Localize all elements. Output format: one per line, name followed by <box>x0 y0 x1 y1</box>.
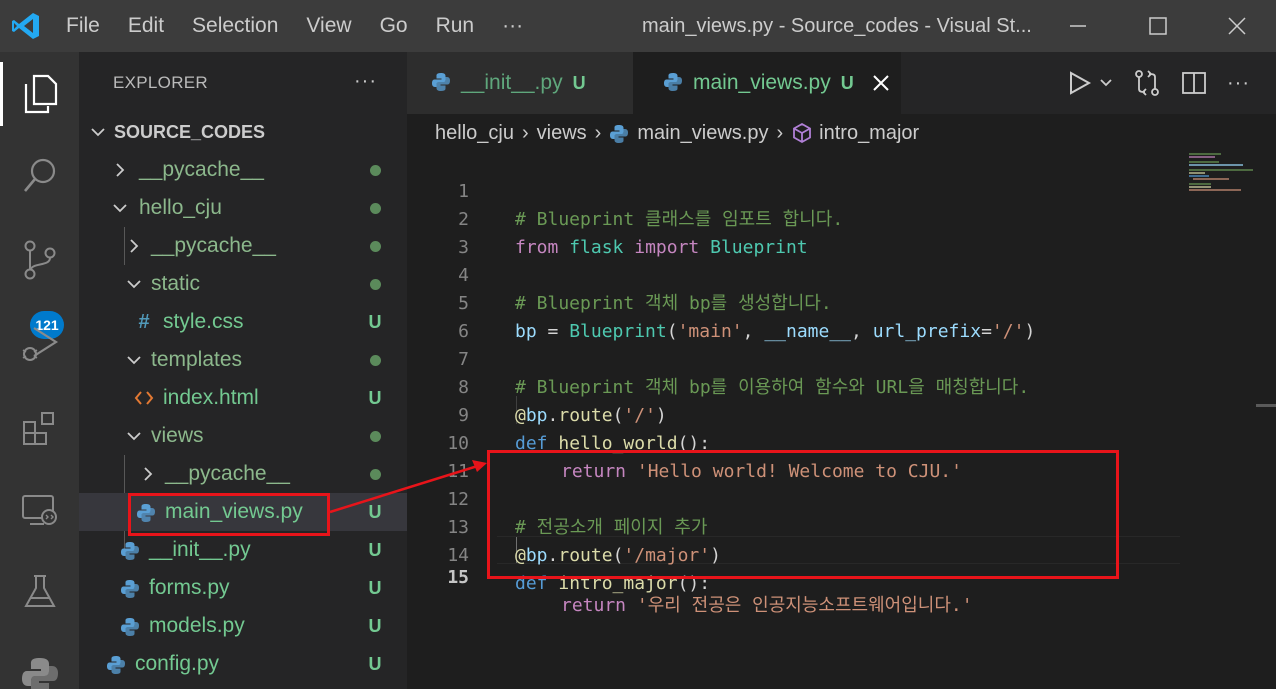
annotation-arrow <box>329 460 487 514</box>
